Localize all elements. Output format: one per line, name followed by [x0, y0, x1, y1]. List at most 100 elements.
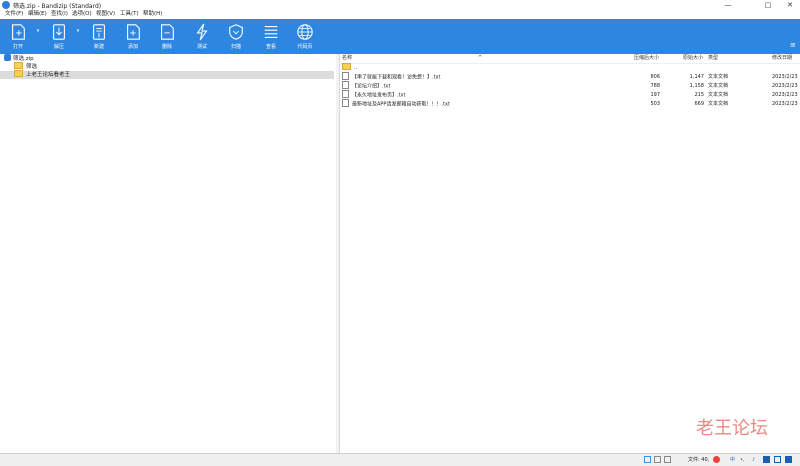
modified-date: 2023/2/23: [772, 83, 798, 89]
menu-file[interactable]: 文件(F): [5, 10, 23, 19]
keyboard-icon[interactable]: [763, 456, 770, 463]
hamburger-menu-icon[interactable]: ≡: [790, 41, 798, 49]
file-name: 最新地址及APP请发邮箱自动获取！！！.txt: [352, 101, 450, 108]
delete-label: 删除: [161, 44, 172, 50]
list-header: 名称 ^ 压缩后大小 原始大小 类型 修改日期: [340, 54, 800, 64]
file-name: 【永久地址发布页】.txt: [352, 92, 406, 99]
file-type: 文本文档: [708, 101, 729, 107]
tree-item-laowang[interactable]: 上老王论坛看老王: [0, 70, 334, 79]
ime-skin-icon[interactable]: [774, 456, 781, 463]
list-item[interactable]: 【串了就能下载和观看！访免费！】.txt 806 1,147 文本文档 2023…: [340, 72, 800, 82]
new-label: 新建: [93, 44, 104, 50]
extract-button[interactable]: 解压: [44, 21, 74, 52]
minimize-button[interactable]: —: [718, 0, 738, 10]
view-icon: [264, 26, 278, 38]
column-type[interactable]: 类型: [708, 54, 718, 63]
text-file-icon: [342, 99, 349, 107]
tree-item-label: 筛选: [26, 64, 38, 70]
status-bar: 文件: 40, 中 •, ♪: [0, 453, 800, 466]
list-item[interactable]: 最新地址及APP请发邮箱自动获取！！！.txt 503 669 文本文档 202…: [340, 99, 800, 109]
view-button[interactable]: 查看: [256, 21, 286, 52]
modified-date: 2023/2/23: [772, 74, 798, 80]
folder-icon: [14, 70, 23, 77]
text-file-icon: [342, 72, 349, 80]
sogou-ime-icon[interactable]: [713, 456, 720, 463]
thumbnail-view-icon[interactable]: [664, 456, 671, 463]
open-button[interactable]: 打开: [3, 21, 33, 52]
delete-button[interactable]: 删除: [152, 21, 182, 52]
original-size: 215: [694, 92, 704, 98]
open-label: 打开: [12, 44, 23, 50]
list-item-parent[interactable]: ..: [340, 63, 800, 73]
window-title: 筛选.zip - Bandizip (Standard): [13, 3, 102, 10]
text-file-icon: [342, 81, 349, 89]
column-original-size[interactable]: 原始大小: [683, 54, 703, 63]
file-name: 【串了就能下载和观看！访免费！】.txt: [352, 74, 441, 81]
original-size: 669: [694, 101, 704, 107]
packed-size: 806: [650, 74, 660, 80]
menu-view[interactable]: 视图(V): [96, 10, 115, 19]
extract-dropdown-icon[interactable]: ▾: [75, 28, 81, 36]
close-button[interactable]: ✕: [780, 0, 800, 10]
column-modified[interactable]: 修改日期: [772, 54, 792, 63]
scan-label: 扫描: [230, 44, 241, 50]
ime-menu-icon[interactable]: [785, 456, 792, 463]
menu-bar: 文件(F) 编辑(E) 查找(I) 选项(O) 视图(V) 工具(T) 帮助(H…: [0, 10, 800, 19]
text-file-icon: [342, 90, 349, 98]
column-packed-size[interactable]: 压缩后大小: [634, 54, 659, 63]
details-view-icon[interactable]: [644, 456, 651, 463]
parent-folder-icon: [342, 63, 351, 70]
file-count: 文件: 40,: [688, 457, 710, 463]
ime-language-indicator[interactable]: 中: [730, 455, 735, 465]
codepage-button[interactable]: 代码页: [290, 21, 320, 52]
menu-options[interactable]: 选项(O): [72, 10, 92, 19]
list-item[interactable]: 【论坛介绍】.txt 788 1,158 文本文档 2023/2/23: [340, 81, 800, 91]
packed-size: 197: [650, 92, 660, 98]
extract-label: 解压: [53, 44, 64, 50]
add-label: 添加: [127, 44, 138, 50]
ime-punctuation-icon[interactable]: •,: [740, 455, 745, 465]
menu-edit[interactable]: 编辑(E): [28, 10, 47, 19]
tree-item-label: 上老王论坛看老王: [26, 72, 71, 78]
file-type: 文本文档: [708, 83, 729, 89]
folder-icon: [14, 62, 23, 69]
packed-size: 503: [650, 101, 660, 107]
file-type: 文本文档: [708, 74, 729, 80]
view-label: 查看: [265, 44, 276, 50]
add-icon: [127, 24, 140, 40]
column-name[interactable]: 名称: [342, 54, 352, 63]
extract-icon: [53, 24, 65, 40]
file-list-pane: 名称 ^ 压缩后大小 原始大小 类型 修改日期 .. 【串了就能下载和观看！访免…: [340, 54, 800, 453]
microphone-icon[interactable]: ♪: [752, 455, 755, 465]
menu-find[interactable]: 查找(I): [51, 10, 68, 19]
list-view-icon[interactable]: [654, 456, 661, 463]
test-button[interactable]: 测试: [187, 21, 217, 52]
menu-help[interactable]: 帮助(H): [143, 10, 162, 19]
list-item[interactable]: 【永久地址发布页】.txt 197 215 文本文档 2023/2/23: [340, 90, 800, 100]
test-icon: [196, 23, 208, 41]
open-dropdown-icon[interactable]: ▾: [35, 28, 41, 36]
menu-tools[interactable]: 工具(T): [120, 10, 139, 19]
new-button[interactable]: 新建: [84, 21, 114, 52]
codepage-label: 代码页: [297, 44, 313, 50]
maximize-button[interactable]: □: [758, 0, 778, 10]
scan-button[interactable]: 扫描: [221, 21, 251, 52]
new-icon: [93, 24, 105, 40]
open-icon: [12, 24, 25, 40]
sort-arrow-icon: ^: [478, 55, 483, 61]
codepage-icon: [297, 24, 313, 40]
original-size: 1,158: [689, 83, 704, 89]
zip-archive-icon: [4, 54, 11, 61]
tree-root[interactable]: 筛选.zip: [4, 54, 334, 63]
folder-tree-pane: 筛选.zip 筛选 上老王论坛看老王: [0, 54, 337, 453]
add-button[interactable]: 添加: [118, 21, 148, 52]
parent-label: ..: [354, 65, 358, 71]
modified-date: 2023/2/23: [772, 92, 798, 98]
watermark-logo: 老王论坛: [696, 418, 768, 439]
title-bar: 筛选.zip - Bandizip (Standard) — □ ✕: [0, 0, 800, 10]
packed-size: 788: [650, 83, 660, 89]
test-label: 测试: [196, 44, 207, 50]
file-type: 文本文档: [708, 92, 729, 98]
tree-item-filter[interactable]: 筛选: [14, 62, 334, 71]
scan-icon: [229, 24, 243, 40]
